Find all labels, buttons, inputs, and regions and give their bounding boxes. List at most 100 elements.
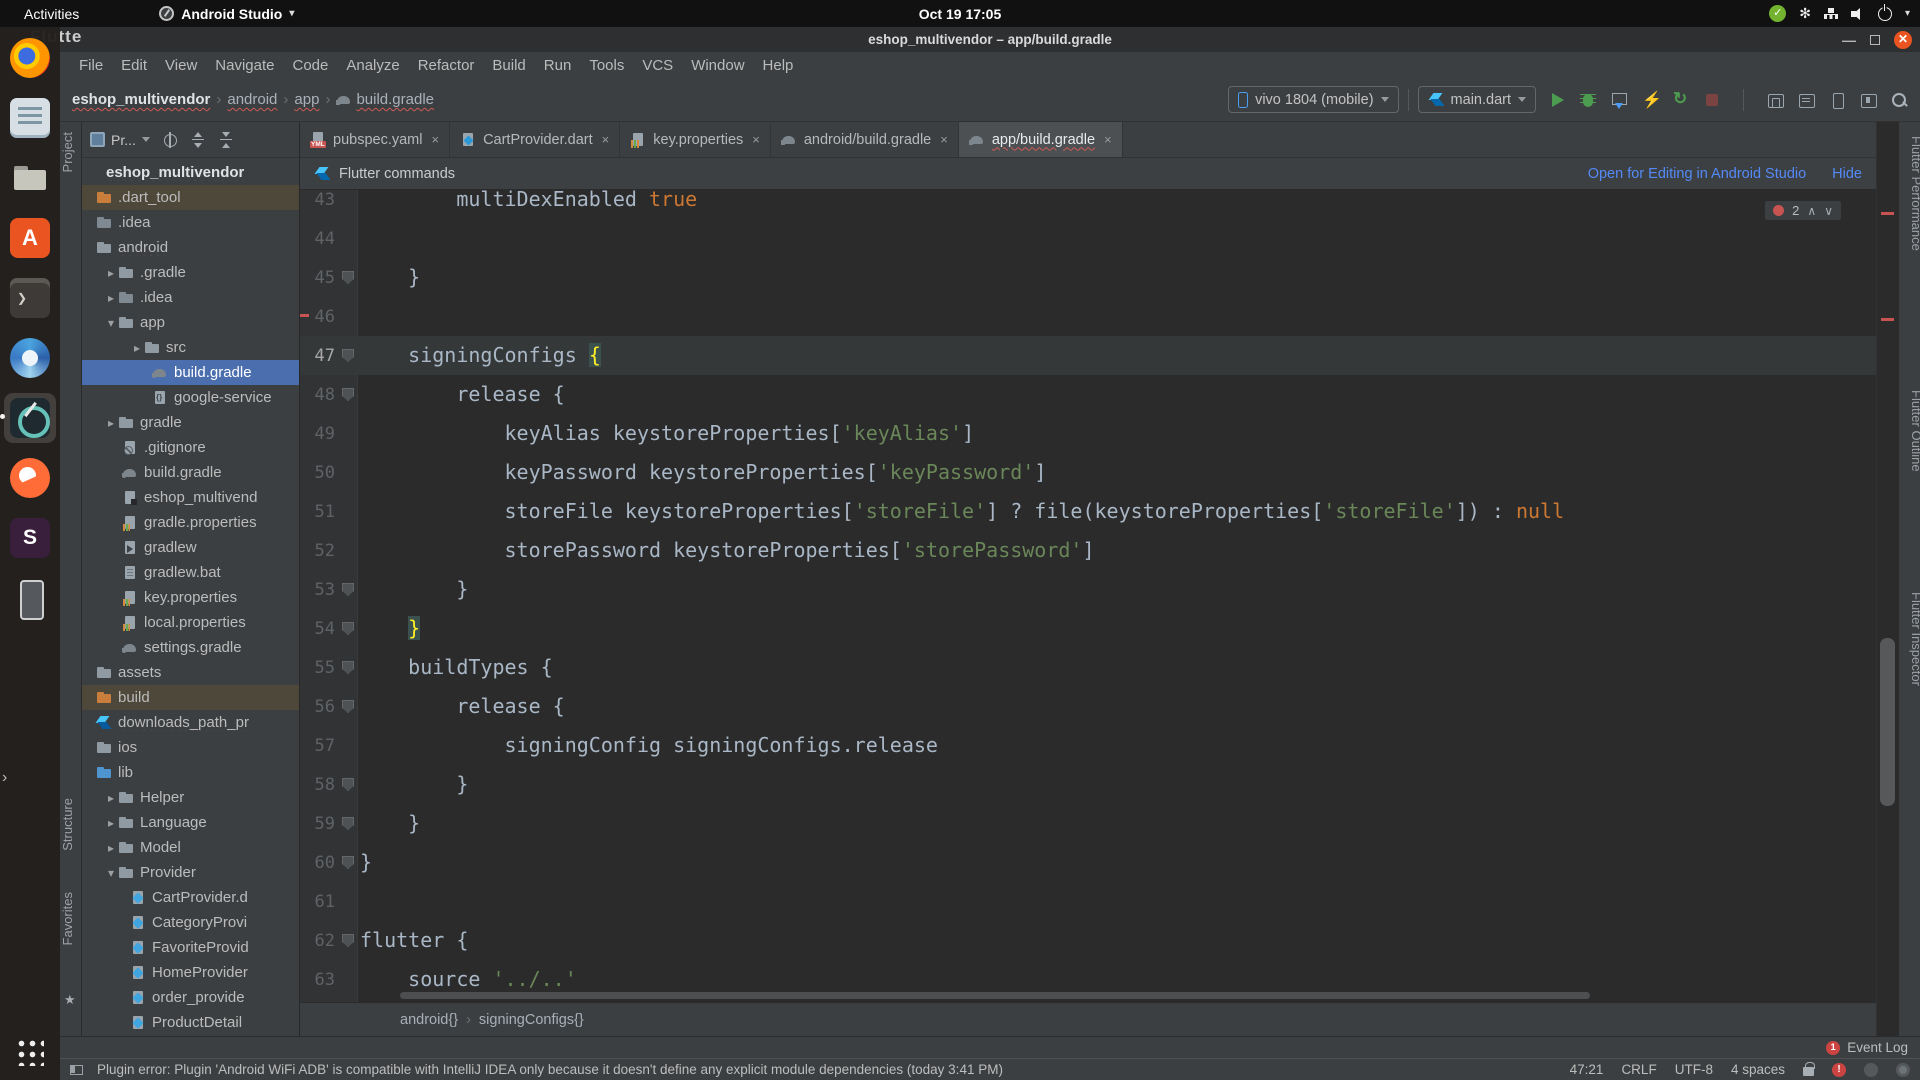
vertical-scrollbar-thumb[interactable] <box>1880 638 1895 806</box>
maximize-button[interactable] <box>1870 35 1880 45</box>
menu-tools[interactable]: Tools <box>580 57 633 74</box>
fold-marker-icon[interactable] <box>342 817 354 830</box>
line-number[interactable]: 63 <box>300 970 340 990</box>
fold-marker-icon[interactable] <box>342 934 354 947</box>
dock-item-text-editor[interactable] <box>4 93 56 143</box>
dock-item-terminal[interactable] <box>4 273 56 323</box>
menu-view[interactable]: View <box>156 57 206 74</box>
code-text[interactable]: keyPassword keystoreProperties['keyPassw… <box>360 453 1046 492</box>
line-number[interactable]: 52 <box>300 541 340 561</box>
line-number[interactable]: 47 <box>300 346 340 366</box>
code-line-52[interactable]: 52 storePassword keystoreProperties['sto… <box>300 531 1876 570</box>
fold-marker-icon[interactable] <box>342 583 354 596</box>
recording-status-icon[interactable]: ✓ <box>1769 5 1786 22</box>
open-for-editing-link[interactable]: Open for Editing in Android Studio <box>1588 166 1806 182</box>
tree-item-settings-gradle[interactable]: settings.gradle <box>82 635 299 660</box>
readonly-lock-icon[interactable] <box>1803 1067 1814 1076</box>
tree-item-app[interactable]: ▾app <box>82 310 299 335</box>
fold-marker-icon[interactable] <box>342 856 354 869</box>
menu-edit[interactable]: Edit <box>112 57 156 74</box>
select-opened-file-button[interactable] <box>162 132 178 148</box>
line-number[interactable]: 45 <box>300 268 340 288</box>
editor-breadcrumb-item[interactable]: signingConfigs{} <box>479 1012 584 1028</box>
fold-marker-icon[interactable] <box>342 622 354 635</box>
status-widget-icon-b[interactable] <box>1896 1063 1910 1077</box>
tree-item-favoriteprovid[interactable]: FavoriteProvid <box>82 935 299 960</box>
tree-item-homeprovider[interactable]: HomeProvider <box>82 960 299 985</box>
menu-analyze[interactable]: Analyze <box>337 57 408 74</box>
dock-item-slack[interactable] <box>4 513 56 563</box>
close-tab-icon[interactable]: × <box>431 132 439 147</box>
code-text[interactable]: } <box>360 570 468 609</box>
status-widget-icon-a[interactable] <box>1864 1063 1878 1077</box>
favorites-star-icon[interactable]: ★ <box>64 992 76 1008</box>
code-text[interactable]: release { <box>360 687 565 726</box>
run-config-selector[interactable]: main.dart <box>1418 86 1536 113</box>
error-stripe-mark[interactable] <box>1881 318 1894 321</box>
fold-marker-icon[interactable] <box>342 661 354 674</box>
tree-item-gradlew[interactable]: gradlew <box>82 535 299 560</box>
tree-item-gradle[interactable]: ▸gradle <box>82 410 299 435</box>
horizontal-scrollbar[interactable] <box>400 992 1590 999</box>
tree-item-ios[interactable]: ios <box>82 735 299 760</box>
line-number[interactable]: 60 <box>300 853 340 873</box>
line-number[interactable]: 54 <box>300 619 340 639</box>
tree-item-productdetail[interactable]: ProductDetail <box>82 1010 299 1035</box>
line-number[interactable]: 55 <box>300 658 340 678</box>
code-line-44[interactable]: 44 <box>300 219 1876 258</box>
editor-tab-android-build-gradle[interactable]: android/build.gradle× <box>771 122 959 157</box>
hot-reload-button[interactable] <box>1641 91 1659 109</box>
code-line-61[interactable]: 61 <box>300 882 1876 921</box>
chevron-expanded-icon[interactable]: ▾ <box>104 866 118 880</box>
code-line-47[interactable]: 47 signingConfigs { <box>300 336 1876 375</box>
dock-item-files[interactable] <box>4 153 56 203</box>
breadcrumb-item[interactable]: android <box>227 91 277 108</box>
code-text[interactable]: signingConfigs { <box>360 336 601 375</box>
tree-item-eshop-multivend[interactable]: eshop_multivend <box>82 485 299 510</box>
tree-item-lib[interactable]: lib <box>82 760 299 785</box>
hide-banner-link[interactable]: Hide <box>1832 166 1862 182</box>
system-menu-chevron-icon[interactable]: ▾ <box>1905 8 1910 19</box>
fold-marker-icon[interactable] <box>342 388 354 401</box>
chevron-collapsed-icon[interactable]: ▸ <box>104 291 118 305</box>
code-line-50[interactable]: 50 keyPassword keystoreProperties['keyPa… <box>300 453 1876 492</box>
editor-tab-cartprovider-dart[interactable]: CartProvider.dart× <box>450 122 620 157</box>
editor-breadcrumb-item[interactable]: android{} <box>400 1012 458 1028</box>
code-line-53[interactable]: 53 } <box>300 570 1876 609</box>
line-number[interactable]: 48 <box>300 385 340 405</box>
chevron-expanded-icon[interactable]: ▾ <box>104 316 118 330</box>
debug-button[interactable] <box>1579 91 1597 109</box>
breadcrumb-item[interactable]: eshop_multivendor <box>72 91 210 108</box>
menu-file[interactable]: File <box>70 57 112 74</box>
fold-marker-icon[interactable] <box>342 700 354 713</box>
indent-style[interactable]: 4 spaces <box>1731 1062 1785 1077</box>
dock-item-phone[interactable] <box>4 573 56 623</box>
code-line-60[interactable]: 60} <box>300 843 1876 882</box>
power-icon[interactable] <box>1878 7 1892 21</box>
line-number[interactable]: 56 <box>300 697 340 717</box>
chevron-collapsed-icon[interactable]: ▸ <box>130 341 144 355</box>
menu-navigate[interactable]: Navigate <box>206 57 283 74</box>
code-text[interactable]: } <box>360 843 372 882</box>
tree-item-build-gradle[interactable]: build.gradle <box>82 360 299 385</box>
dock-page-arrow-icon[interactable]: › <box>2 769 7 787</box>
code-text[interactable]: signingConfig signingConfigs.release <box>360 726 938 765</box>
error-stripe[interactable] <box>1876 122 1898 1036</box>
line-number[interactable]: 53 <box>300 580 340 600</box>
sdk-manager-button[interactable] <box>1859 91 1877 109</box>
tree-item-provider[interactable]: ▾Provider <box>82 860 299 885</box>
line-number[interactable]: 44 <box>300 229 340 249</box>
chevron-collapsed-icon[interactable]: ▸ <box>104 416 118 430</box>
line-number[interactable]: 50 <box>300 463 340 483</box>
tree-item--dart-tool[interactable]: .dart_tool <box>82 185 299 210</box>
previous-error-button[interactable]: ∧ <box>1807 206 1816 216</box>
line-number[interactable]: 57 <box>300 736 340 756</box>
tree-item--idea[interactable]: .idea <box>82 210 299 235</box>
tree-item--gradle[interactable]: ▸.gradle <box>82 260 299 285</box>
tree-item--idea[interactable]: ▸.idea <box>82 285 299 310</box>
code-line-51[interactable]: 51 storeFile keystoreProperties['storeFi… <box>300 492 1876 531</box>
expand-all-button[interactable] <box>190 132 206 148</box>
code-line-59[interactable]: 59 } <box>300 804 1876 843</box>
line-number[interactable]: 62 <box>300 931 340 951</box>
tree-item-gradle-properties[interactable]: gradle.properties <box>82 510 299 535</box>
